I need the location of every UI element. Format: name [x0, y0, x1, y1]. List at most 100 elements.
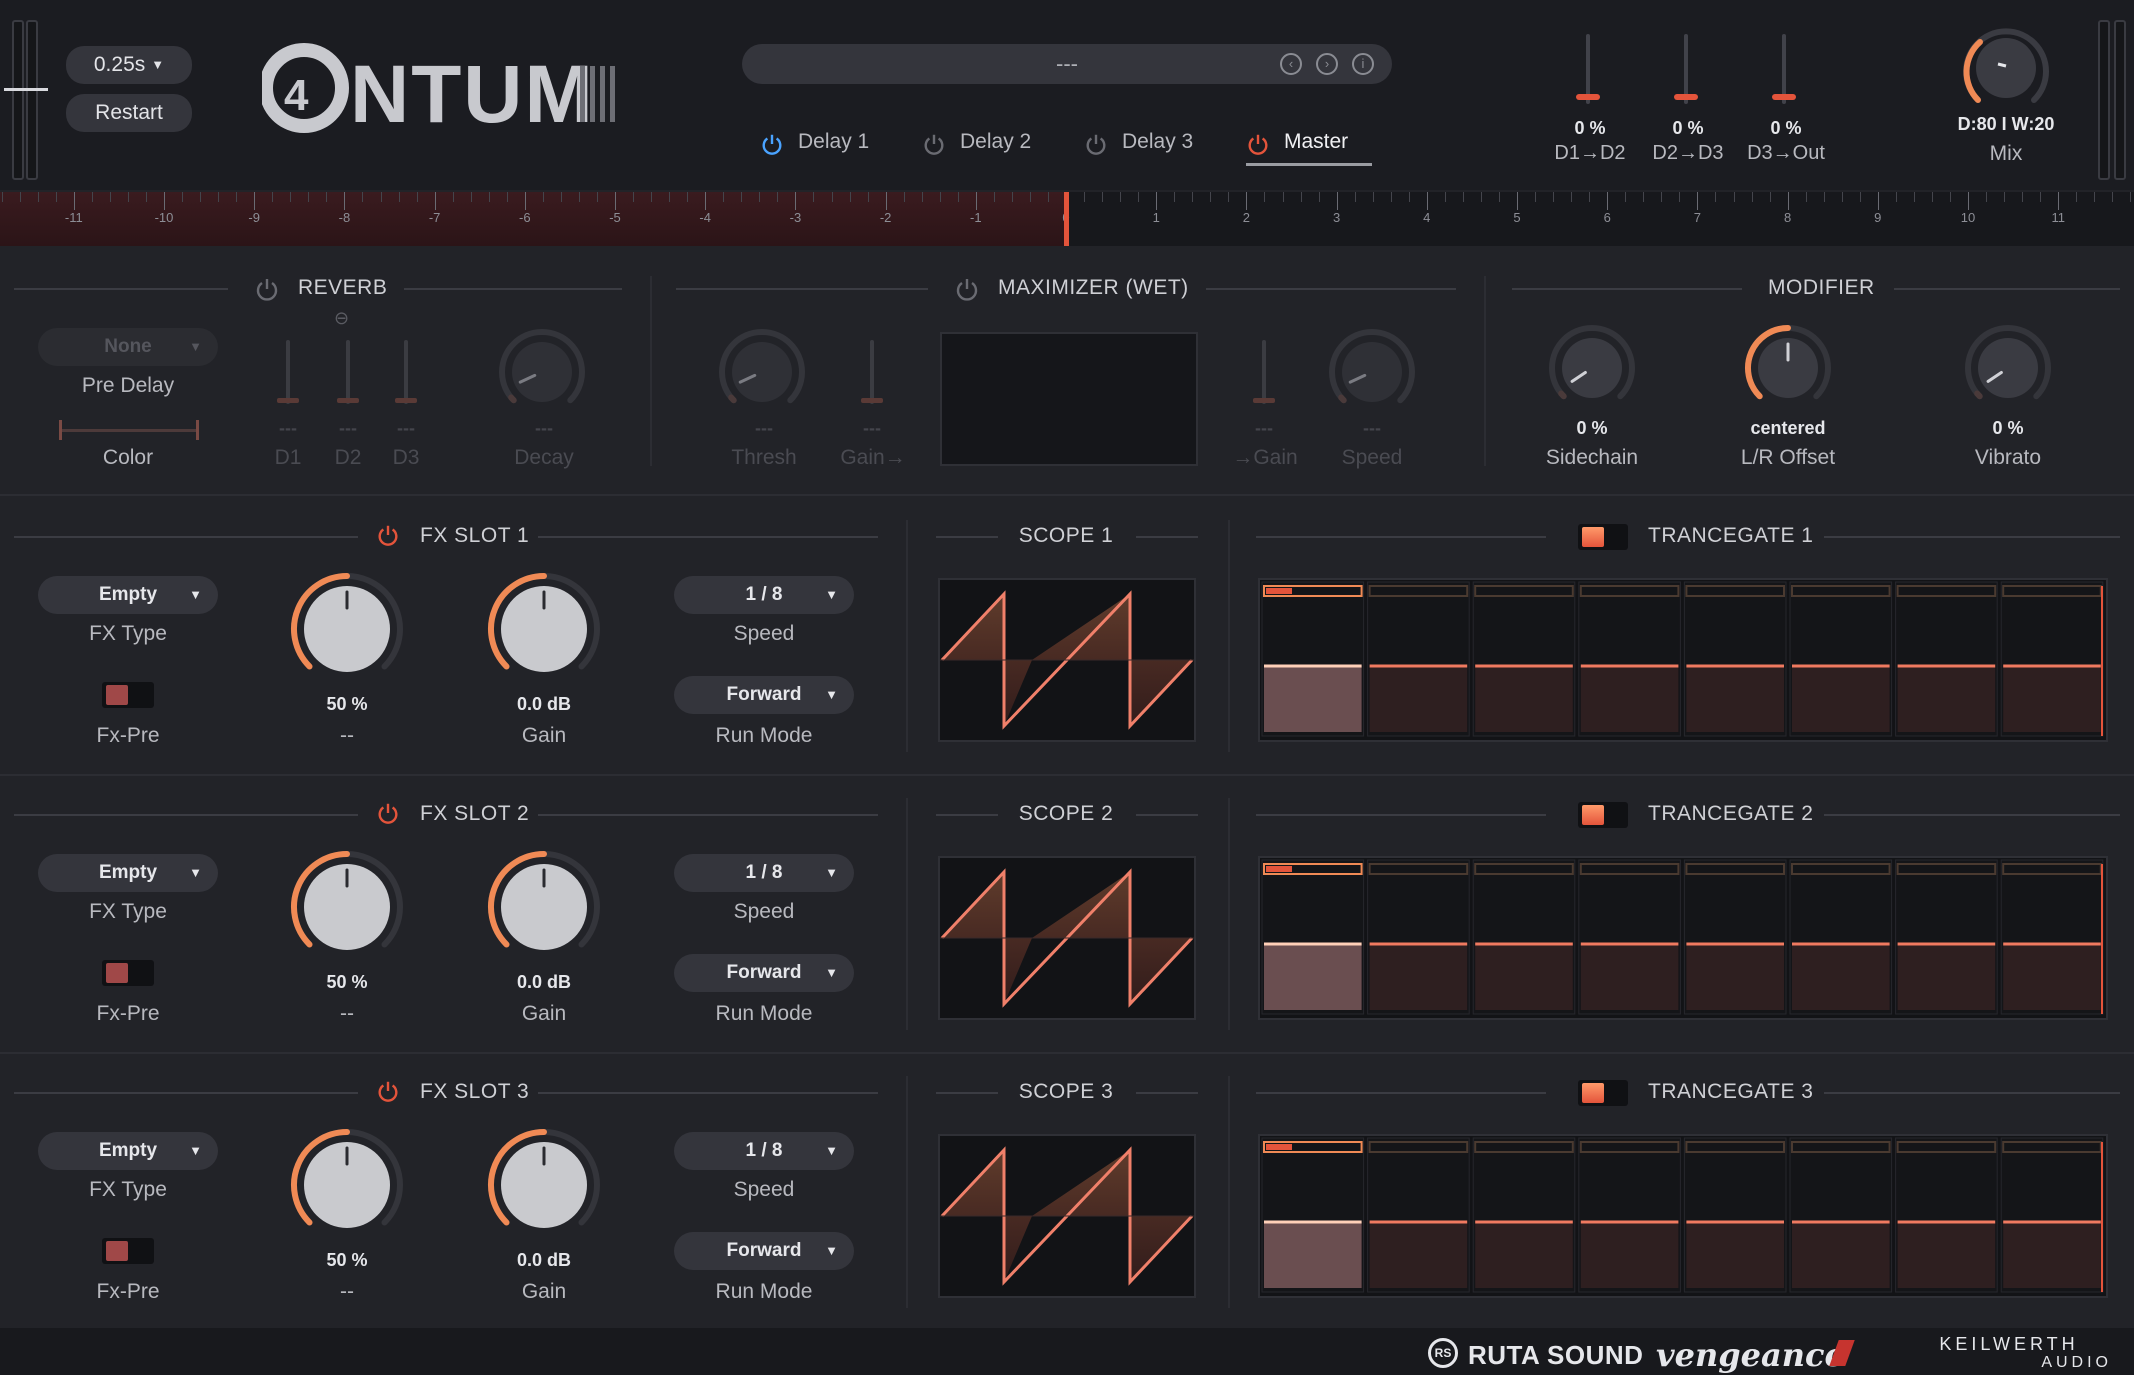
input-level-handle[interactable] [4, 88, 48, 91]
color-slider-handle-left[interactable] [59, 420, 62, 440]
divider [650, 276, 652, 466]
run-mode-dropdown[interactable]: Forward ▼ [674, 1232, 854, 1270]
brand-keilwerth-line2: AUDIO [2041, 1354, 2112, 1371]
reverb-d3-fader[interactable] [395, 340, 417, 404]
timeline-tick [1643, 192, 1645, 202]
fx-gain-knob[interactable] [485, 848, 603, 966]
maximizer-gain-in-fader[interactable] [861, 340, 883, 404]
tab-delay-1[interactable]: Delay 1 [760, 122, 890, 166]
fx-pre-toggle[interactable] [102, 960, 154, 986]
reverb-d2-fader[interactable] [337, 340, 359, 404]
maximizer-line-right [1206, 288, 1456, 290]
trancegate-display[interactable] [1258, 856, 2108, 1020]
fx-type-dropdown[interactable]: Empty ▼ [38, 576, 218, 614]
gate-speed-dropdown[interactable]: 1 / 8 ▼ [674, 1132, 854, 1170]
footer: RS RUTA SOUND vengeance KEILWERTH AUDIO [0, 1328, 2134, 1375]
timeline-tick [1715, 192, 1717, 202]
info-icon[interactable]: i [1352, 53, 1374, 75]
predelay-dropdown[interactable]: None ▼ [38, 328, 218, 366]
run-mode-dropdown[interactable]: Forward ▼ [674, 676, 854, 714]
reverb-d1-fader[interactable] [277, 340, 299, 404]
time-dropdown[interactable]: 0.25s ▼ [66, 46, 192, 84]
routing-fader-1[interactable]: 0 % D1→D2 [1540, 34, 1640, 174]
gate-speed-dropdown[interactable]: 1 / 8 ▼ [674, 854, 854, 892]
timeline-position-marker[interactable] [1064, 192, 1069, 246]
tab-label: Master [1284, 130, 1349, 153]
trancegate-display[interactable] [1258, 1134, 2108, 1298]
slot-power-icon[interactable] [376, 523, 402, 549]
timeline-tick [55, 192, 57, 202]
run-mode-dropdown[interactable]: Forward ▼ [674, 954, 854, 992]
fx-gain-knob[interactable] [485, 570, 603, 688]
chevron-down-icon: ▼ [189, 865, 202, 880]
fx-mix-knob[interactable] [288, 1126, 406, 1244]
decay-knob[interactable] [496, 326, 588, 423]
fx-type-dropdown[interactable]: Empty ▼ [38, 854, 218, 892]
slot-power-icon[interactable] [376, 1079, 402, 1105]
maximizer-power-icon[interactable] [954, 276, 980, 302]
timeline-tick [272, 192, 274, 202]
slot-line-right [538, 814, 878, 816]
timeline-tick [1480, 192, 1482, 202]
slot-line-left [14, 536, 358, 538]
next-preset-icon[interactable]: › [1316, 53, 1338, 75]
fader-thumb[interactable] [1576, 94, 1600, 100]
fx-pre-toggle[interactable] [102, 682, 154, 708]
fx-gain-knob[interactable] [485, 1126, 603, 1244]
header: 0.25s ▼ Restart 4 NTUM --- ‹ › i D:80 I … [0, 0, 2134, 190]
trancegate-toggle[interactable] [1578, 524, 1628, 550]
chevron-down-icon: ▼ [189, 1143, 202, 1158]
timeline-tick [1913, 192, 1915, 202]
trancegate-toggle[interactable] [1578, 802, 1628, 828]
trancegate-display[interactable] [1258, 578, 2108, 742]
fader-thumb[interactable] [1674, 94, 1698, 100]
gate-speed-dropdown[interactable]: 1 / 8 ▼ [674, 576, 854, 614]
color-slider[interactable] [60, 429, 198, 432]
mix-knob[interactable] [1958, 20, 2054, 116]
tab-master[interactable]: Master [1246, 122, 1372, 166]
modifier-knob-l-r-offset[interactable] [1742, 322, 1834, 414]
maximizer-gain-out-fader[interactable] [1253, 340, 1275, 404]
svg-text:4: 4 [284, 71, 309, 120]
modifier-label: Sidechain [1545, 446, 1639, 469]
gate-line-left [1256, 814, 1546, 816]
link-icon[interactable]: ⊖ [334, 309, 362, 327]
trancegate-toggle[interactable] [1578, 1080, 1628, 1106]
modifier-knob-vibrato[interactable] [1962, 322, 2054, 414]
tab-delay-2[interactable]: Delay 2 [922, 122, 1048, 166]
fx-mix-knob[interactable] [288, 570, 406, 688]
fx-type-dropdown[interactable]: Empty ▼ [38, 1132, 218, 1170]
fx-gain-label: Gain [521, 724, 567, 747]
fader-thumb[interactable] [1772, 94, 1796, 100]
routing-fader-2[interactable]: 0 % D2→D3 [1638, 34, 1738, 174]
timeline-tick [1625, 192, 1627, 202]
color-slider-handle-right[interactable] [196, 420, 199, 440]
restart-button[interactable]: Restart [66, 94, 192, 132]
fx-type-label: FX Type [89, 900, 167, 923]
fx-pre-toggle[interactable] [102, 1238, 154, 1264]
modifier-title: MODIFIER [1768, 276, 1875, 299]
fx-type-label: FX Type [89, 622, 167, 645]
speed-knob[interactable] [1326, 326, 1418, 423]
prev-preset-icon[interactable]: ‹ [1280, 53, 1302, 75]
preset-browser[interactable]: --- ‹ › i [742, 44, 1392, 84]
mix-value: D:80 I W:20 [1957, 114, 2055, 134]
gate-line-left [1256, 1092, 1546, 1094]
scope-line-right [1136, 536, 1198, 538]
power-icon[interactable] [922, 130, 946, 156]
fx-mix-knob[interactable] [288, 848, 406, 966]
scope-title: SCOPE 1 [1018, 524, 1114, 547]
tab-delay-3[interactable]: Delay 3 [1084, 122, 1208, 166]
slot-line-left [14, 814, 358, 816]
slot-power-icon[interactable] [376, 801, 402, 827]
divider [1484, 276, 1486, 466]
routing-fader-3[interactable]: 0 % D3→Out [1736, 34, 1836, 174]
power-icon[interactable] [1084, 130, 1108, 156]
reverb-power-icon[interactable] [254, 276, 280, 302]
thresh-knob[interactable] [716, 326, 808, 423]
power-icon[interactable] [1246, 130, 1270, 156]
svg-text:NTUM: NTUM [350, 49, 595, 138]
modifier-knob-sidechain[interactable] [1546, 322, 1638, 414]
gate-speed-label: Speed [733, 1178, 795, 1201]
power-icon[interactable] [760, 130, 784, 156]
